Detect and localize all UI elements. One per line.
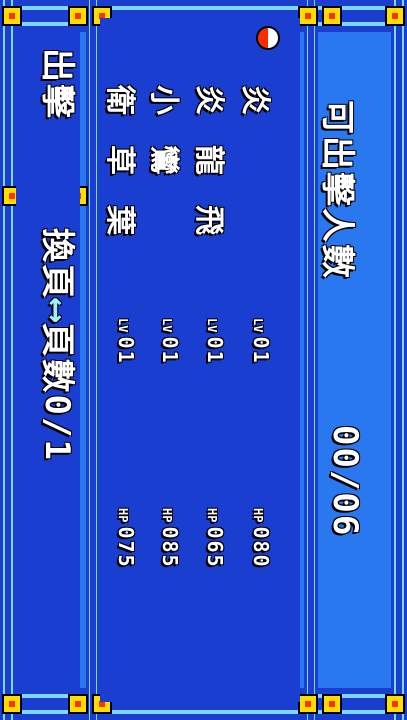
party-member-level: LV01 bbox=[249, 318, 273, 365]
party-member-name: 小 鸞 bbox=[146, 85, 181, 182]
party-member-hp: HP065 bbox=[203, 508, 227, 569]
party-member-hp: HP085 bbox=[158, 508, 182, 569]
double-arrow-icon: ⟷ bbox=[37, 300, 77, 323]
page-value: 0/1 bbox=[37, 394, 77, 462]
party-member-name: 炎 龍 飛 bbox=[191, 85, 226, 242]
party-member-level: LV01 bbox=[158, 318, 182, 365]
game-screen: 可出擊人數 00/06 炎 LV01 HP080 炎 龍 飛 LV01 HP06… bbox=[0, 0, 407, 720]
rotated-content: 可出擊人數 00/06 炎 LV01 HP080 炎 龍 飛 LV01 HP06… bbox=[0, 0, 407, 720]
swap-page-label: 換頁 bbox=[37, 228, 77, 300]
sortie-count-label: 可出擊人數 bbox=[317, 100, 357, 280]
party-member-name: 炎 bbox=[237, 85, 272, 121]
party-member-level: LV01 bbox=[203, 318, 227, 365]
party-member-name: 衛 草 葉 bbox=[102, 85, 137, 242]
swap-page-button[interactable]: 換頁⟷頁數0/1 bbox=[36, 228, 85, 462]
sortie-button[interactable]: 出擊 bbox=[36, 48, 85, 120]
sortie-count-value: 00/06 bbox=[325, 425, 365, 538]
party-member-hp: HP075 bbox=[114, 508, 138, 569]
party-member-hp: HP080 bbox=[249, 508, 273, 569]
party-member-level: LV01 bbox=[114, 318, 138, 365]
page-label: 頁數 bbox=[37, 322, 77, 395]
